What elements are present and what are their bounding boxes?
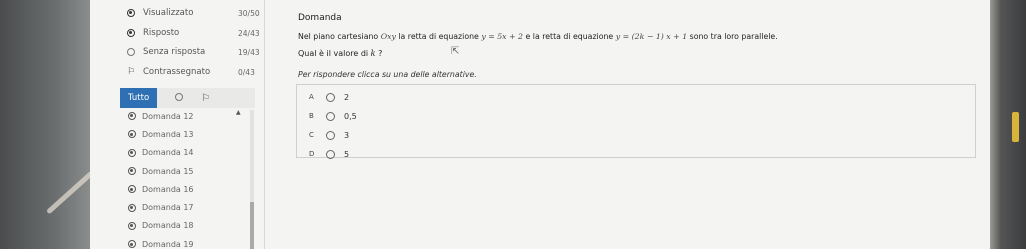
question-list-label: Domanda 16 [142, 184, 194, 194]
filter-bar: Tutto ⚐ [120, 88, 255, 108]
answer-value: 2 [344, 92, 350, 102]
question-text-part: sono tra loro parallele. [689, 32, 778, 41]
status-count: 0/43 [238, 67, 255, 77]
instruction-text: Per rispondere clicca su una delle alter… [298, 70, 477, 79]
answered-dot-icon [128, 167, 136, 176]
question-list-label: Domanda 12 [142, 111, 194, 121]
filter-tab-all[interactable]: Tutto [120, 88, 158, 108]
question-list-label: Domanda 18 [142, 221, 194, 231]
question-list-item[interactable]: Domanda 19 [128, 235, 258, 249]
question-list-item[interactable]: Domanda 18 [128, 217, 258, 235]
answered-dot-icon [128, 185, 136, 194]
question-list-item[interactable]: Domanda 17 [128, 198, 258, 216]
answer-option-c[interactable]: C 3 [309, 129, 349, 141]
radio-filled-icon [125, 29, 137, 37]
question-list-label: Domanda 13 [142, 129, 194, 139]
status-viewed: Visualizzato 30/50 [125, 6, 260, 20]
filter-unanswered-icon[interactable] [175, 92, 184, 104]
question-ask: Qual è il valore di k ? [298, 49, 382, 58]
math-equation-2: y = (2k − 1) x + 1 [615, 32, 688, 41]
panel-divider [264, 0, 265, 249]
question-list: Domanda 12 Domanda 13 Domanda 14 Domanda… [128, 107, 258, 249]
answered-dot-icon [128, 130, 136, 139]
status-label: Senza risposta [143, 47, 206, 57]
scroll-up-arrow-icon[interactable]: ▲ [236, 109, 241, 116]
question-list-item[interactable]: Domanda 16 [128, 180, 258, 198]
status-count: 24/43 [238, 28, 260, 38]
flag-icon: ⚐ [126, 67, 136, 77]
question-list-item[interactable]: Domanda 13 [128, 125, 258, 143]
question-list-item[interactable]: Domanda 14 [128, 144, 258, 162]
filter-flagged-icon[interactable]: ⚐ [201, 93, 210, 104]
answer-option-b[interactable]: B 0,5 [309, 110, 357, 122]
answer-letter: D [309, 150, 315, 158]
mouse-cursor-icon: ⇱ [451, 46, 460, 57]
radio-icon[interactable] [326, 130, 335, 140]
question-text-part: la retta di equazione [398, 32, 479, 41]
answer-value: 0,5 [344, 111, 357, 121]
screen-bezel-right [990, 0, 1026, 249]
screen-bezel-left [0, 0, 94, 249]
glare-streak [46, 170, 94, 215]
radio-empty-icon [125, 48, 137, 56]
answers-box: A 2 B 0,5 C 3 D 5 [296, 84, 976, 160]
ask-prefix: Qual è il valore di [298, 49, 369, 58]
ask-suffix: ? [378, 49, 383, 58]
question-text: Nel piano cartesiano Oxy la retta di equ… [298, 32, 778, 41]
status-unanswered: Senza risposta 19/43 [125, 45, 260, 59]
answered-dot-icon [128, 148, 136, 157]
question-text-part: Nel piano cartesiano [298, 32, 379, 41]
status-answered: Risposto 24/43 [125, 26, 260, 40]
status-label: Contrassegnato [143, 67, 211, 77]
answer-letter: C [309, 131, 314, 139]
scrollbar-thumb[interactable] [250, 202, 254, 249]
question-list-label: Domanda 15 [142, 166, 194, 176]
answered-dot-icon [128, 221, 136, 230]
question-list-label: Domanda 19 [142, 239, 194, 249]
question-list-label: Domanda 14 [142, 148, 194, 158]
answer-option-d[interactable]: D 5 [309, 148, 349, 160]
question-text-part: e la retta di equazione [525, 32, 614, 41]
answer-letter: A [309, 93, 314, 101]
status-count: 30/50 [238, 8, 260, 18]
answer-value: 3 [344, 130, 350, 140]
answer-letter: B [309, 112, 314, 120]
math-plane: Oxy [380, 32, 396, 41]
radio-icon[interactable] [326, 149, 335, 159]
status-label: Visualizzato [143, 8, 194, 18]
bezel-mark [1012, 112, 1019, 142]
ask-variable: k [370, 49, 376, 58]
question-title: Domanda [298, 13, 342, 23]
question-list-label: Domanda 17 [142, 203, 194, 213]
radio-filled-icon [125, 9, 137, 17]
answered-dot-icon [128, 112, 136, 121]
answered-dot-icon [128, 203, 136, 212]
radio-icon[interactable] [326, 92, 335, 102]
status-flagged: ⚐ Contrassegnato 0/43 [125, 65, 255, 79]
status-label: Risposto [143, 28, 180, 38]
question-list-item[interactable]: Domanda 15 [128, 162, 258, 180]
math-equation-1: y = 5x + 2 [481, 32, 524, 41]
status-count: 19/43 [238, 47, 260, 57]
answer-value: 5 [344, 149, 350, 159]
radio-icon[interactable] [326, 111, 335, 121]
answered-dot-icon [128, 240, 136, 249]
answer-option-a[interactable]: A 2 [309, 91, 349, 103]
